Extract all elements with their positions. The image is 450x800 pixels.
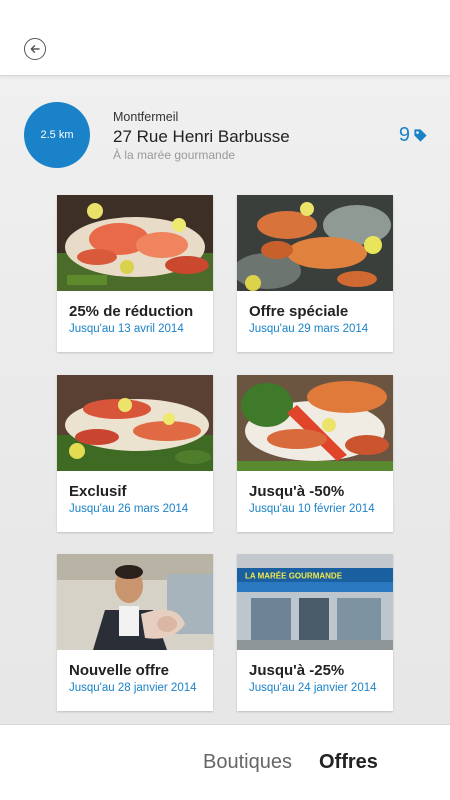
offer-title: Offre spéciale [249,303,349,320]
offer-title: Exclusif [69,483,127,500]
offer-card[interactable]: 25% de réduction Jusqu'au 13 avril 2014 [57,195,213,352]
offer-date: Jusqu'au 10 février 2014 [249,503,375,515]
offer-title: Jusqu'à -25% [249,662,345,679]
offer-card[interactable]: Jusqu'à -50% Jusqu'au 10 février 2014 [237,375,393,532]
offer-card[interactable]: Exclusif Jusqu'au 26 mars 2014 [57,375,213,532]
offer-date: Jusqu'au 26 mars 2014 [69,503,189,515]
back-button[interactable] [24,38,46,60]
offer-image-shrimp-oysters [237,195,393,291]
offer-date: Jusqu'au 13 avril 2014 [69,323,184,335]
back-arrow-icon [30,45,40,53]
offer-count-value: 9 [398,124,410,146]
offer-image-fishmonger [57,554,213,650]
offer-date: Jusqu'au 24 janvier 2014 [249,682,377,694]
offer-title: Nouvelle offre [69,662,170,679]
offer-card[interactable]: Nouvelle offre Jusqu'au 28 janvier 2014 [57,554,213,711]
offer-count-button[interactable]: 9 [399,124,428,147]
tab-boutiques[interactable]: Boutiques [203,751,292,774]
offer-title: 25% de réduction [69,303,194,320]
store-header: 2.5 km Montfermeil 27 Rue Henri Barbusse… [0,98,450,178]
storefront-sign-text: LA MARÉE GOURMANDE [245,572,343,581]
top-app-bar [0,0,450,76]
tag-icon [414,129,427,142]
offer-image-seafood-platter [57,195,213,291]
distance-badge: 2.5 km [24,102,90,168]
offer-date: Jusqu'au 29 mars 2014 [249,323,369,335]
store-city: Montfermeil [113,110,179,124]
offer-card[interactable]: Offre spéciale Jusqu'au 29 mars 2014 [237,195,393,352]
offer-date: Jusqu'au 28 janvier 2014 [69,682,197,694]
tab-offres[interactable]: Offres [319,751,378,774]
offer-card[interactable]: LA MARÉE GOURMANDE Jusqu'à -25% Jusqu'au… [237,554,393,711]
offer-image-lobster [237,375,393,471]
store-street: 27 Rue Henri Barbusse [113,127,290,146]
bottom-tab-bar: Boutiques Offres [0,724,450,800]
store-name: À la marée gourmande [113,148,236,162]
offer-image-seafood-display [57,375,213,471]
offer-image-storefront: LA MARÉE GOURMANDE [237,554,393,650]
offer-title: Jusqu'à -50% [249,483,345,500]
